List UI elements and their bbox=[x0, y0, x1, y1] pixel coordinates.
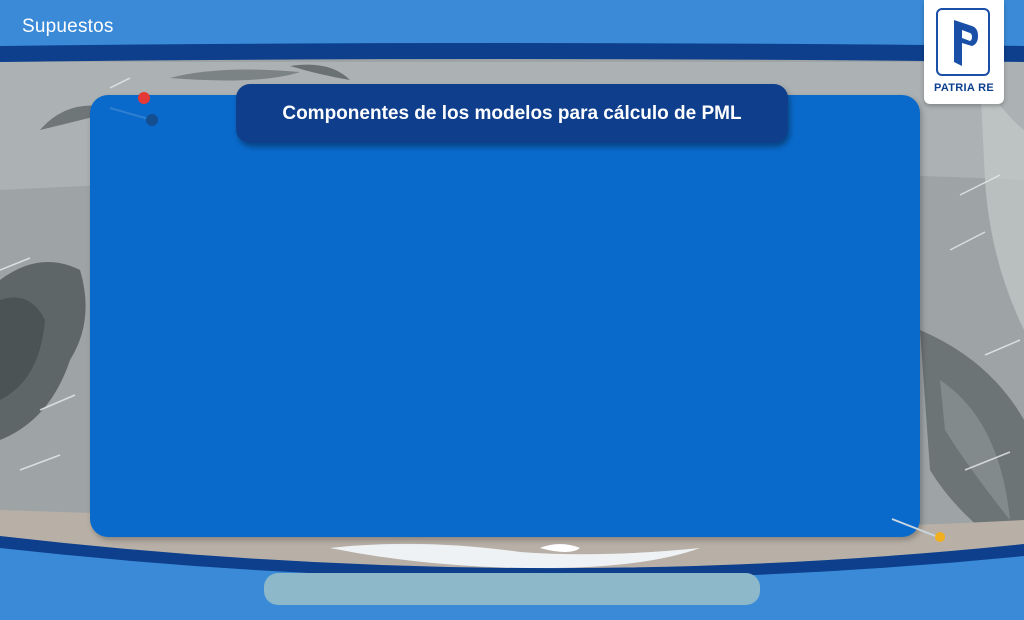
title-banner: Componentes de los modelos para cálculo … bbox=[236, 84, 788, 143]
content-panel bbox=[90, 95, 920, 537]
banner-title: Componentes de los modelos para cálculo … bbox=[282, 102, 742, 124]
section-title: Supuestos bbox=[22, 16, 114, 37]
company-logo: PATRIA RE bbox=[924, 0, 1004, 104]
yellow-pin-icon bbox=[891, 518, 945, 542]
patria-re-logo-icon bbox=[936, 8, 990, 76]
bottom-navigation-bar[interactable] bbox=[264, 573, 760, 605]
logo-text: PATRIA RE bbox=[934, 82, 994, 94]
red-pin-icon bbox=[109, 92, 158, 126]
